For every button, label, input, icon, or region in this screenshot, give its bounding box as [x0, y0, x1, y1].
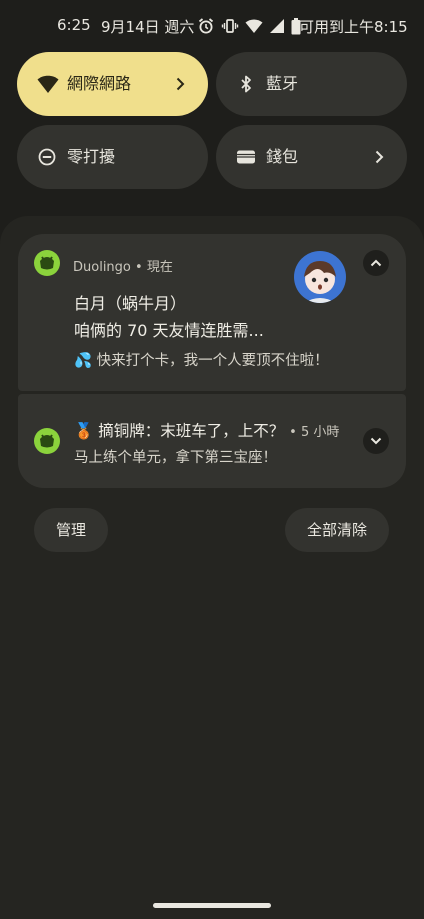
- status-date: 9月14日 週六: [101, 18, 195, 36]
- chevron-right-icon: [369, 147, 389, 167]
- bluetooth-icon: [236, 74, 256, 94]
- do-not-disturb-icon: [37, 147, 57, 167]
- notification-time: • 5 小時: [289, 425, 340, 440]
- collapse-button[interactable]: [363, 250, 389, 276]
- tile-bluetooth[interactable]: 藍牙: [216, 52, 407, 116]
- clear-all-button[interactable]: 全部清除: [285, 508, 389, 552]
- tile-internet[interactable]: 網際網路: [17, 52, 208, 116]
- notification-title: 白月（蜗牛月）: [74, 294, 187, 313]
- notification-app-name: Duolingo • 現在: [73, 256, 173, 275]
- tile-do-not-disturb[interactable]: 零打擾: [17, 125, 208, 189]
- notification-text: 💦 快来打个卡，我一个人要顶不住啦！: [74, 353, 329, 369]
- manage-button[interactable]: 管理: [34, 508, 108, 552]
- notification-title: 🥉 摘铜牌：末班车了，上不？ • 5 小時: [74, 419, 339, 441]
- tile-wallet[interactable]: 錢包: [216, 125, 407, 189]
- tile-label: 零打擾: [67, 147, 116, 166]
- wallet-icon: [236, 147, 256, 167]
- status-time: 6:25: [57, 16, 91, 34]
- chevron-down-icon: [370, 437, 382, 445]
- wifi-icon: [245, 18, 263, 34]
- tile-label: 藍牙: [266, 74, 299, 93]
- duolingo-app-icon: [34, 428, 60, 454]
- alarm-icon: [197, 17, 215, 35]
- chevron-right-icon: [170, 74, 190, 94]
- app-name: Duolingo: [73, 260, 131, 275]
- tile-label: 錢包: [266, 147, 299, 166]
- battery-estimate: 可用到上午8:15: [299, 18, 408, 36]
- notification-time: • 現在: [135, 260, 173, 275]
- wifi-icon: [37, 74, 59, 94]
- notification-title-text: 🥉 摘铜牌：末班车了，上不？: [74, 422, 285, 440]
- duolingo-app-icon: [34, 250, 60, 276]
- cell-signal-icon: [269, 18, 285, 34]
- expand-button[interactable]: [363, 428, 389, 454]
- avatar: [294, 251, 346, 303]
- status-bar: 6:25 9月14日 週六 可用到上午8:15: [0, 0, 424, 50]
- tile-label: 網際網路: [67, 74, 132, 93]
- notification-card-bronze[interactable]: [18, 394, 406, 488]
- notification-text: 马上练个单元，拿下第三宝座！: [74, 450, 277, 466]
- home-gesture-bar[interactable]: [153, 903, 271, 908]
- status-icons: [197, 16, 301, 36]
- chevron-up-icon: [370, 259, 382, 267]
- vibrate-icon: [221, 17, 239, 35]
- notification-subtitle: 咱俩的 70 天友情连胜需...: [74, 321, 264, 340]
